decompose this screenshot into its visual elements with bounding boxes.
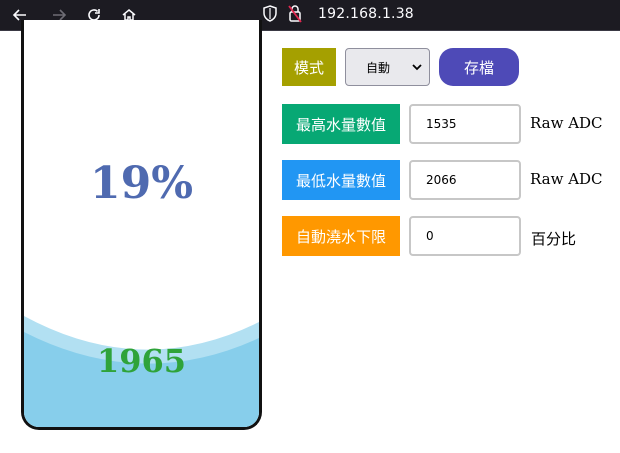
water-percent: 19%	[89, 158, 194, 209]
auto-water-threshold-label: 自動澆水下限	[282, 216, 400, 256]
mode-select[interactable]: 自動	[345, 48, 430, 86]
max-level-input[interactable]: 1535	[409, 104, 521, 144]
auto-water-threshold-unit: 百分比	[531, 230, 577, 248]
lock-warning-icon[interactable]	[287, 4, 305, 26]
water-tank: 19% 1965	[21, 20, 262, 430]
mode-select-value: 自動	[366, 60, 391, 75]
min-level-unit: Raw ADC	[530, 170, 603, 188]
url-bar[interactable]: 192.168.1.38	[318, 6, 414, 22]
save-button[interactable]: 存檔	[439, 48, 519, 86]
min-level-input[interactable]: 2066	[409, 160, 521, 200]
min-level-label: 最低水量數值	[282, 160, 400, 200]
max-level-label: 最高水量數值	[282, 104, 400, 144]
mode-label: 模式	[282, 48, 336, 86]
auto-water-threshold-input[interactable]: 0	[409, 216, 521, 256]
shield-icon[interactable]	[262, 5, 280, 25]
raw-adc-value: 1965	[96, 342, 187, 380]
chevron-down-icon	[412, 64, 422, 71]
max-level-unit: Raw ADC	[530, 114, 603, 132]
